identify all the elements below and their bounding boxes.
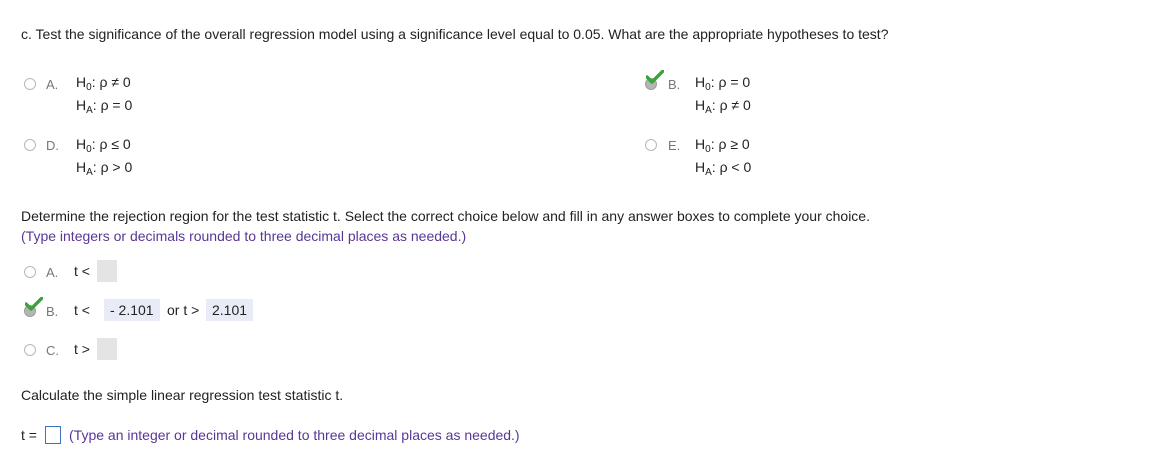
option-e-radio[interactable] <box>645 139 657 151</box>
option-d-h0: H0: ρ ≤ 0 <box>76 136 131 155</box>
rejection-option-a-radio[interactable] <box>24 266 36 278</box>
rejection-option-a-letter: A. <box>46 265 59 280</box>
option-d-letter: D. <box>46 138 59 153</box>
option-a-radio[interactable] <box>24 78 36 90</box>
rejection-option-a-answer-box[interactable] <box>97 260 117 282</box>
option-d-ha: HA: ρ > 0 <box>76 159 133 178</box>
option-e-letter: E. <box>668 138 681 153</box>
statistic-input[interactable] <box>45 426 61 444</box>
rejection-option-c-radio[interactable] <box>24 344 36 356</box>
statistic-label: t = <box>21 427 37 443</box>
question-text: c. Test the significance of the overall … <box>21 26 889 42</box>
rejection-option-c-answer-box[interactable] <box>97 338 117 360</box>
option-b-ha: HA: ρ ≠ 0 <box>695 97 751 116</box>
rejection-option-b-mid: or t > <box>167 302 200 318</box>
option-b-letter: B. <box>668 77 681 92</box>
rejection-option-a-text: t < <box>74 263 90 279</box>
option-b-h0: H0: ρ = 0 <box>695 74 751 93</box>
rejection-hint: (Type integers or decimals rounded to th… <box>21 228 467 244</box>
option-a-letter: A. <box>46 77 59 92</box>
rejection-option-b-radio[interactable] <box>24 305 36 317</box>
rejection-lower-value[interactable]: - 2.101 <box>104 299 160 321</box>
statistic-hint: (Type an integer or decimal rounded to t… <box>69 427 520 443</box>
option-a-h0: H0: ρ ≠ 0 <box>76 74 131 93</box>
option-a-ha: HA: ρ = 0 <box>76 97 133 116</box>
option-e-ha: HA: ρ < 0 <box>695 159 752 178</box>
rejection-option-b-letter: B. <box>46 304 59 319</box>
rejection-option-b-text: t < <box>74 302 90 318</box>
rejection-prompt: Determine the rejection region for the t… <box>21 208 870 224</box>
rejection-upper-value[interactable]: 2.101 <box>206 299 254 321</box>
statistic-prompt: Calculate the simple linear regression t… <box>21 387 344 403</box>
option-e-h0: H0: ρ ≥ 0 <box>695 136 750 155</box>
rejection-option-c-text: t > <box>74 341 90 357</box>
option-d-radio[interactable] <box>24 139 36 151</box>
option-b-radio[interactable] <box>645 78 657 90</box>
rejection-option-c-letter: C. <box>46 343 59 358</box>
